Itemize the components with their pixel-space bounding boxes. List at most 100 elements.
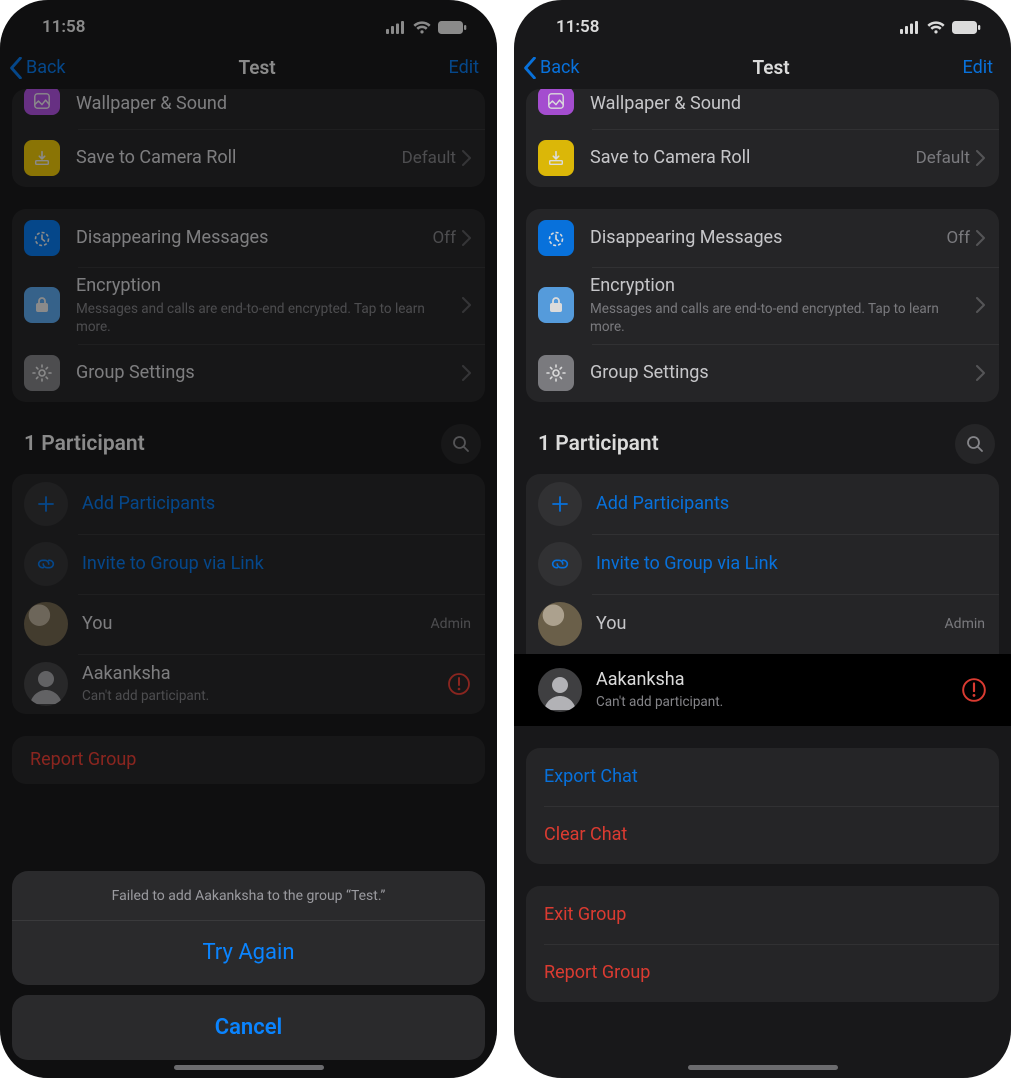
status-time: 11:58	[42, 17, 85, 37]
participant-name: You	[82, 613, 431, 636]
row-save-camera-roll[interactable]: Save to Camera Roll Default	[12, 129, 485, 187]
row-label: Exit Group	[544, 904, 985, 927]
chevron-left-icon	[8, 57, 24, 79]
cellular-icon	[386, 21, 406, 34]
search-icon	[452, 435, 470, 453]
row-group-settings[interactable]: Group Settings	[526, 344, 999, 402]
row-report-group[interactable]: Report Group	[526, 944, 999, 1002]
row-group-settings[interactable]: Group Settings	[12, 344, 485, 402]
row-value: Off	[946, 228, 970, 248]
row-participant-you[interactable]: You Admin	[12, 594, 485, 654]
row-participant-fail[interactable]: Aakanksha Can't add participant.	[12, 654, 485, 714]
cancel-button[interactable]: Cancel	[12, 995, 485, 1060]
participants-title: 1 Participant	[24, 432, 145, 456]
row-label: Group Settings	[76, 362, 462, 385]
battery-icon	[952, 21, 981, 34]
participant-subtitle: Can't add participant.	[82, 687, 447, 705]
row-disappearing-messages[interactable]: Disappearing Messages Off	[526, 209, 999, 267]
sheet-group: Failed to add Aakanksha to the group “Te…	[12, 871, 485, 985]
participants-header: 1 Participant	[12, 424, 485, 474]
chevron-right-icon	[976, 297, 985, 313]
alert-icon	[447, 672, 471, 696]
row-label: Report Group	[544, 962, 985, 985]
back-label: Back	[540, 57, 580, 78]
row-label: Clear Chat	[544, 824, 985, 847]
lock-icon	[538, 287, 574, 323]
row-clear-chat[interactable]: Clear Chat	[526, 806, 999, 864]
card-exit-report: Exit Group Report Group	[526, 886, 999, 1002]
row-save-camera-roll[interactable]: Save to Camera Roll Default	[526, 129, 999, 187]
row-report-group[interactable]: Report Group	[12, 736, 485, 784]
timer-icon	[538, 220, 574, 256]
gear-icon	[538, 355, 574, 391]
card-privacy: Disappearing Messages Off Encryption Mes…	[12, 209, 485, 402]
row-disappearing-messages[interactable]: Disappearing Messages Off	[12, 209, 485, 267]
avatar	[24, 602, 68, 646]
home-indicator	[688, 1065, 838, 1070]
row-label: Disappearing Messages	[76, 227, 432, 250]
chevron-right-icon	[462, 150, 471, 166]
search-button[interactable]	[955, 424, 995, 464]
row-label: Group Settings	[590, 362, 976, 385]
download-icon	[538, 140, 574, 176]
row-add-participants[interactable]: Add Participants	[526, 474, 999, 534]
status-icons	[386, 21, 467, 34]
row-wallpaper-sound[interactable]: Wallpaper & Sound	[526, 89, 999, 129]
row-value: Default	[402, 148, 456, 168]
row-label: Wallpaper & Sound	[590, 93, 985, 116]
search-icon	[966, 435, 984, 453]
row-export-chat[interactable]: Export Chat	[526, 748, 999, 806]
row-participant-you[interactable]: You Admin	[526, 594, 999, 654]
chevron-right-icon	[976, 230, 985, 246]
back-button[interactable]: Back	[522, 57, 580, 79]
plus-icon	[538, 482, 582, 526]
row-encryption[interactable]: Encryption Messages and calls are end-to…	[526, 267, 999, 344]
link-icon	[24, 542, 68, 586]
row-value: Default	[916, 148, 970, 168]
participant-name: You	[596, 613, 945, 636]
gear-icon	[24, 355, 60, 391]
edit-button[interactable]: Edit	[449, 57, 479, 78]
participant-name: Aakanksha	[596, 669, 961, 692]
nav-bar: Back Test Edit	[514, 48, 1011, 91]
row-add-participants[interactable]: Add Participants	[12, 474, 485, 534]
card-participants: Add Participants Invite to Group via Lin…	[12, 474, 485, 714]
status-bar: 11:58	[514, 0, 1011, 48]
row-subtitle: Messages and calls are end-to-end encryp…	[76, 300, 462, 336]
row-wallpaper-sound[interactable]: Wallpaper & Sound	[12, 89, 485, 129]
row-label: Disappearing Messages	[590, 227, 946, 250]
nav-bar: Back Test Edit	[0, 48, 497, 91]
battery-icon	[438, 21, 467, 34]
sheet-message: Failed to add Aakanksha to the group “Te…	[12, 871, 485, 920]
chevron-left-icon	[522, 57, 538, 79]
wallpaper-icon	[538, 89, 574, 115]
row-label: Encryption	[590, 275, 976, 298]
plus-icon	[24, 482, 68, 526]
row-invite-link[interactable]: Invite to Group via Link	[12, 534, 485, 594]
row-invite-link[interactable]: Invite to Group via Link	[526, 534, 999, 594]
row-subtitle: Messages and calls are end-to-end encryp…	[590, 300, 976, 336]
row-participant-fail[interactable]: Aakanksha Can't add participant.	[514, 654, 1011, 726]
row-label: Report Group	[30, 749, 471, 772]
try-again-button[interactable]: Try Again	[12, 920, 485, 985]
action-sheet: Failed to add Aakanksha to the group “Te…	[12, 871, 485, 1060]
row-encryption[interactable]: Encryption Messages and calls are end-to…	[12, 267, 485, 344]
row-label: Add Participants	[596, 493, 985, 516]
card-privacy: Disappearing Messages Off Encryption Mes…	[526, 209, 999, 402]
search-button[interactable]	[441, 424, 481, 464]
edit-button[interactable]: Edit	[963, 57, 993, 78]
cellular-icon	[900, 21, 920, 34]
status-icons	[900, 21, 981, 34]
alert-icon	[961, 677, 987, 703]
row-label: Save to Camera Roll	[590, 147, 916, 170]
card-chat-settings-partial: Wallpaper & Sound Save to Camera Roll De…	[526, 89, 999, 187]
chevron-right-icon	[976, 150, 985, 166]
admin-badge: Admin	[431, 616, 471, 632]
back-button[interactable]: Back	[8, 57, 66, 79]
participant-name: Aakanksha	[82, 663, 447, 686]
row-exit-group[interactable]: Exit Group	[526, 886, 999, 944]
chevron-right-icon	[976, 365, 985, 381]
card-actions-partial: Report Group	[12, 736, 485, 784]
wallpaper-icon	[24, 89, 60, 115]
admin-badge: Admin	[945, 616, 985, 632]
